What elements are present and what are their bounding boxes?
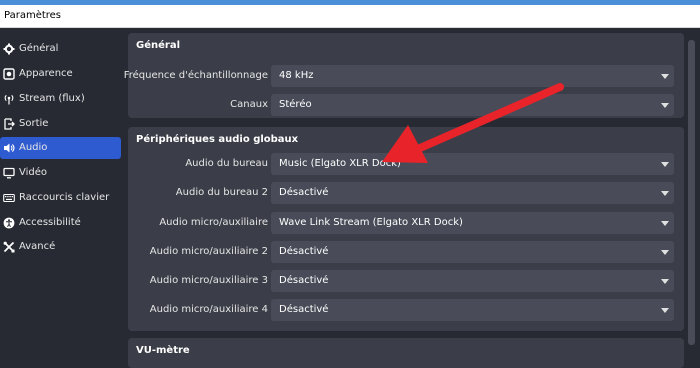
annotation-arrow [382, 83, 564, 163]
arrow-shaft [416, 83, 564, 152]
